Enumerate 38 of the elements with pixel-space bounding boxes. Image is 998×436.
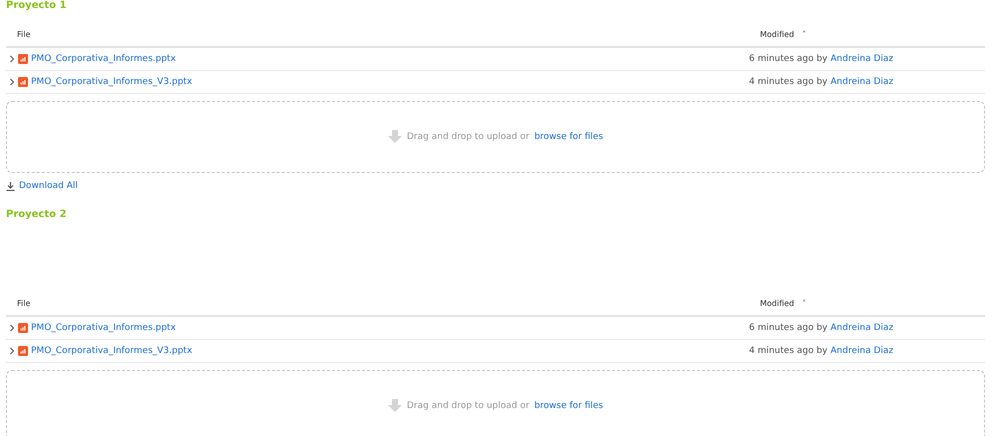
author-link[interactable]: Andreina Diaz xyxy=(830,77,894,87)
browse-link[interactable]: browse for files xyxy=(534,400,604,410)
dropzone-text: Drag and drop to upload or xyxy=(406,400,530,410)
author-link[interactable]: Andreina Diaz xyxy=(830,346,894,356)
chevron-icon[interactable] xyxy=(9,346,15,354)
column-header[interactable]: Modified xyxy=(760,298,794,308)
chevron-icon[interactable] xyxy=(9,78,15,86)
presentation-file-icon xyxy=(18,322,28,332)
down-arrow-icon xyxy=(388,130,402,144)
file-link[interactable]: PMO_Corporativa_Informes.pptx xyxy=(31,322,176,332)
file-link[interactable]: PMO_Corporativa_Informes.pptx xyxy=(31,54,176,64)
sort-indicator[interactable]: ˄ xyxy=(802,298,806,308)
file-link[interactable]: PMO_Corporativa_Informes_V3.pptx xyxy=(31,77,192,87)
down-arrow-icon xyxy=(388,398,402,412)
author-link[interactable]: Andreina Diaz xyxy=(830,54,894,64)
download-icon xyxy=(6,182,15,190)
presentation-file-icon xyxy=(18,77,28,87)
upload-dropzone[interactable]: Drag and drop to upload or browse for files xyxy=(6,370,985,436)
section-title: Proyecto 2 xyxy=(6,208,68,220)
presentation-file-icon xyxy=(18,346,28,356)
file-link[interactable]: PMO_Corporativa_Informes_V3.pptx xyxy=(31,346,192,356)
modified-text: 4 minutes ago by xyxy=(749,77,828,87)
download-all-link[interactable]: Download All xyxy=(6,181,78,191)
modified-text: 4 minutes ago by xyxy=(749,346,828,356)
dropzone-text: Drag and drop to upload or xyxy=(406,132,530,142)
column-header[interactable]: File xyxy=(17,30,30,39)
modified-text: 6 minutes ago by xyxy=(749,54,828,64)
column-header[interactable]: File xyxy=(17,298,30,308)
chevron-icon[interactable] xyxy=(9,55,15,63)
upload-dropzone[interactable]: Drag and drop to upload or browse for files xyxy=(6,101,985,173)
author-link[interactable]: Andreina Diaz xyxy=(830,322,894,332)
browse-link[interactable]: browse for files xyxy=(534,132,604,142)
section-title: Proyecto 1 xyxy=(6,0,68,12)
column-header[interactable]: Modified xyxy=(760,30,794,39)
presentation-file-icon xyxy=(18,54,28,64)
chevron-icon[interactable] xyxy=(9,324,15,332)
modified-text: 6 minutes ago by xyxy=(749,322,828,332)
sort-indicator[interactable]: ˄ xyxy=(802,30,806,39)
